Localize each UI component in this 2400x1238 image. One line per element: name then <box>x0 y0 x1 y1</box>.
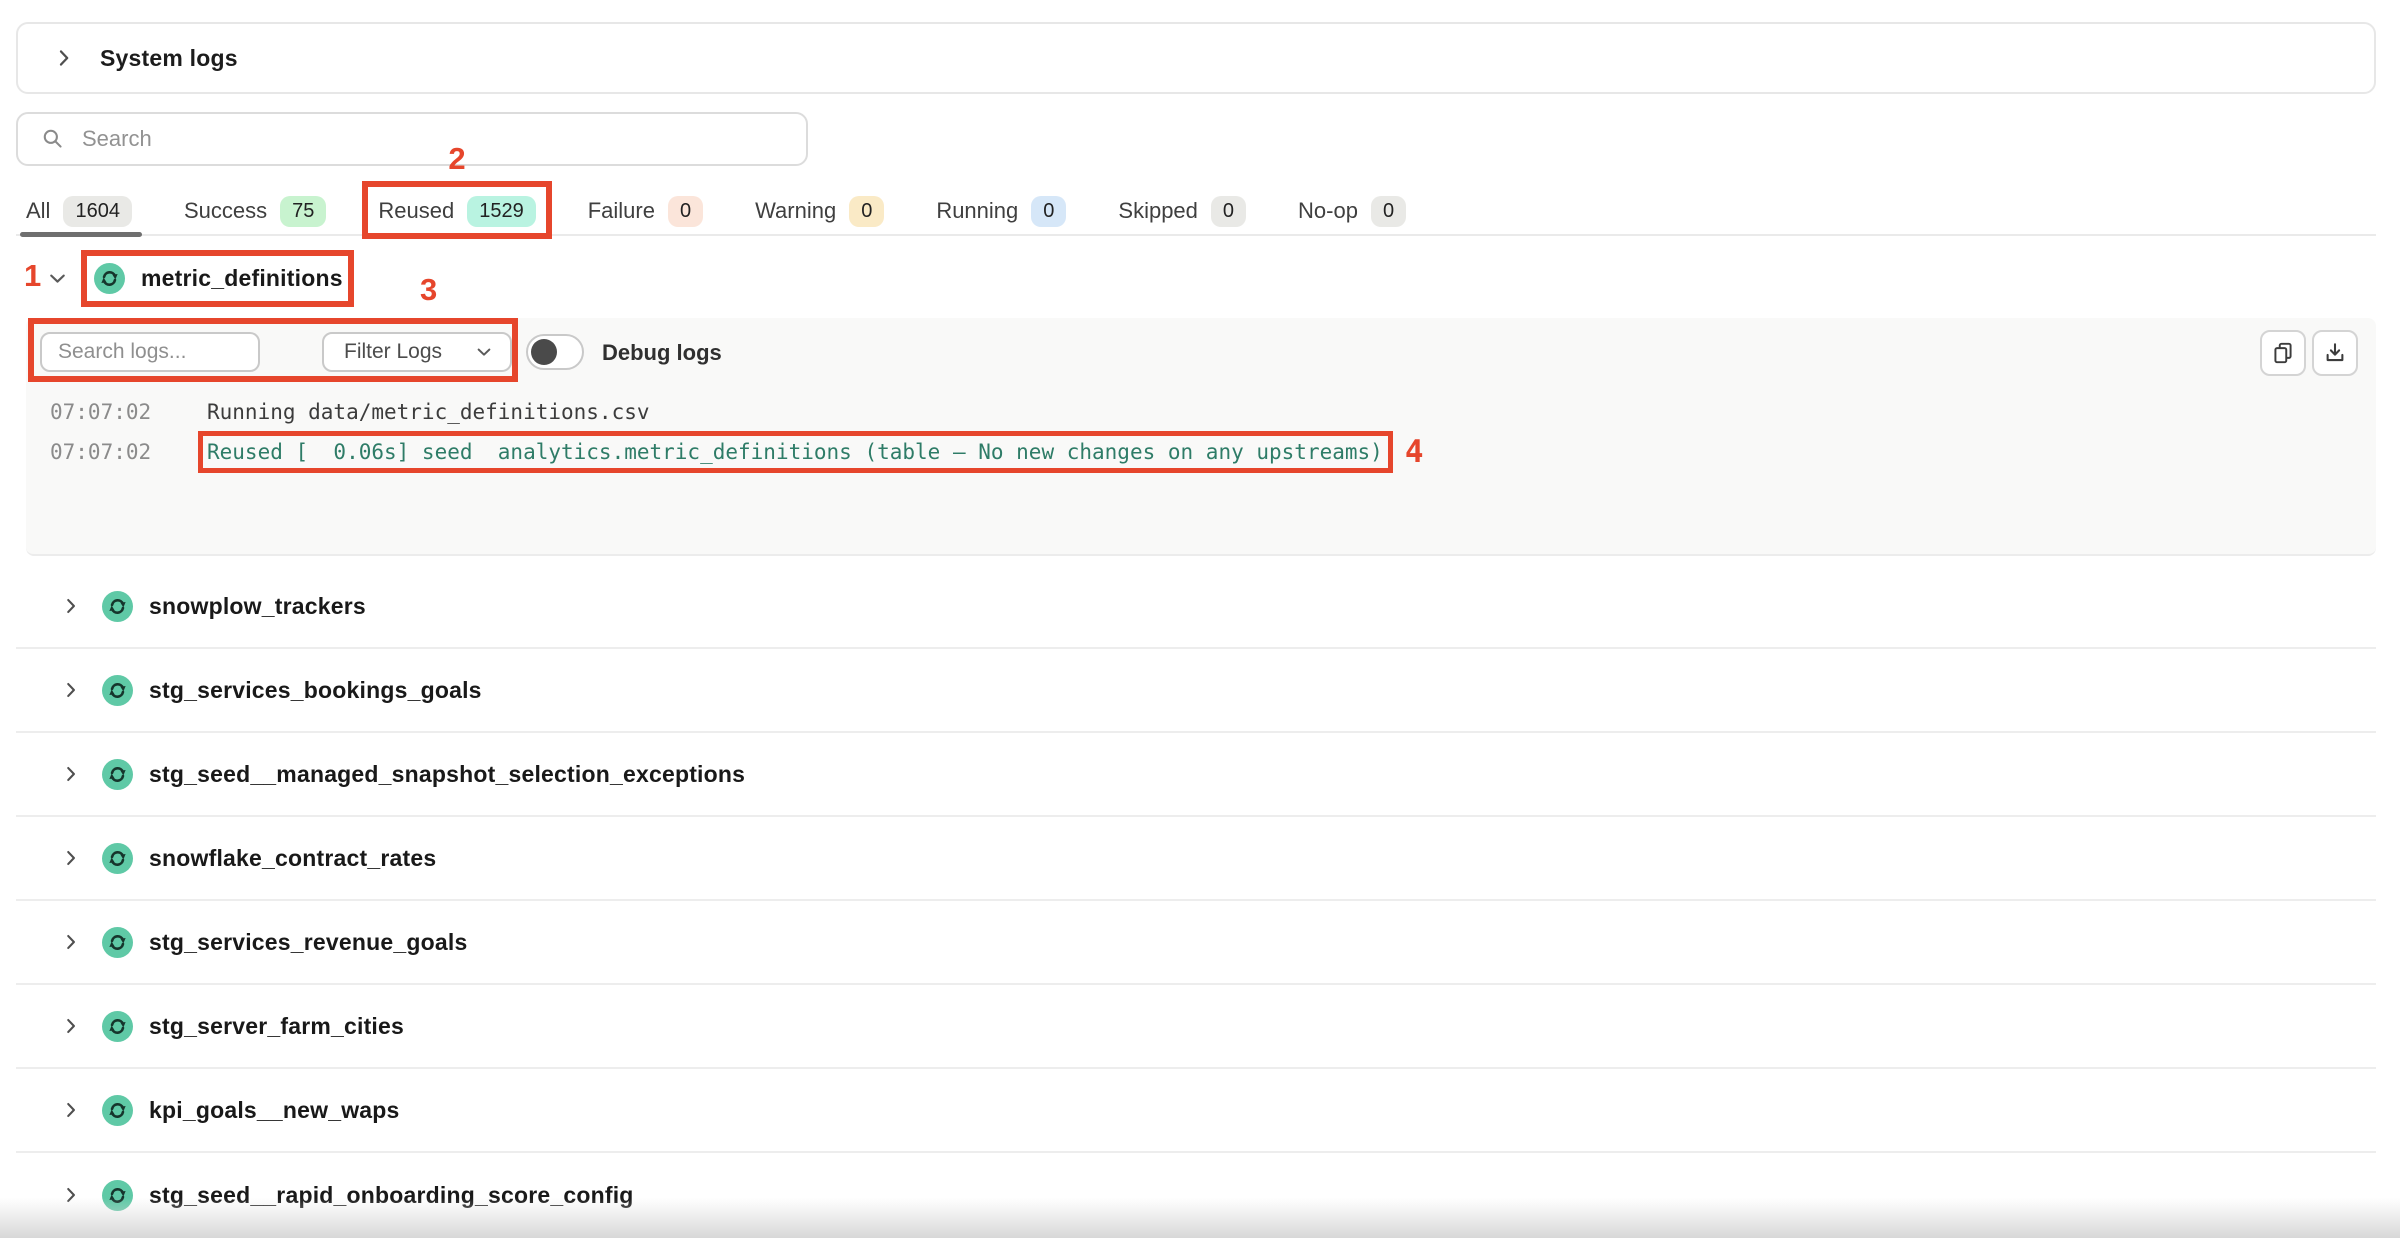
log-message-text: Reused [ 0.06s] seed analytics.metric_de… <box>207 440 1383 464</box>
tab-label: All <box>26 198 50 224</box>
sync-refresh-icon <box>102 1180 133 1211</box>
search-icon <box>40 126 66 152</box>
log-search-input[interactable] <box>40 332 260 372</box>
tab-all[interactable]: All 1604 <box>26 187 132 235</box>
copy-icon <box>2270 340 2296 366</box>
tab-count-badge: 0 <box>668 196 703 227</box>
tab-count-badge: 0 <box>1371 196 1406 227</box>
group-name: stg_services_bookings_goals <box>149 677 482 704</box>
tab-count-badge: 0 <box>849 196 884 227</box>
chevron-right-icon <box>60 595 82 617</box>
group-name: stg_seed__rapid_onboarding_score_config <box>149 1182 634 1209</box>
tab-failure[interactable]: Failure 0 <box>588 187 703 235</box>
download-logs-button[interactable] <box>2312 330 2358 376</box>
annotation-number-4: 4 <box>1405 434 1424 470</box>
chevron-right-icon <box>52 46 76 70</box>
chevron-right-icon <box>60 1015 82 1037</box>
log-group-row-expanded[interactable]: metric_definitions <box>16 250 2376 306</box>
log-group-list: snowplow_trackers stg_services_bookings_… <box>16 565 2376 1237</box>
log-timestamp: 07:07:02 <box>50 400 160 424</box>
group-name: kpi_goals__new_waps <box>149 1097 400 1124</box>
group-name: stg_services_revenue_goals <box>149 929 467 956</box>
chevron-right-icon <box>60 763 82 785</box>
chevron-down-icon <box>474 342 494 362</box>
tab-reused[interactable]: Reused 1529 2 <box>378 187 535 235</box>
sync-refresh-icon <box>102 1095 133 1126</box>
group-name: stg_seed__managed_snapshot_selection_exc… <box>149 761 745 788</box>
chevron-right-icon <box>60 931 82 953</box>
download-icon <box>2322 340 2348 366</box>
group-name: snowflake_contract_rates <box>149 845 436 872</box>
sync-refresh-icon <box>102 1011 133 1042</box>
tab-success[interactable]: Success 75 <box>184 187 326 235</box>
chevron-right-icon <box>60 1099 82 1121</box>
sync-refresh-icon <box>102 927 133 958</box>
tab-label: No-op <box>1298 198 1358 224</box>
log-group-row[interactable]: stg_server_farm_cities <box>16 985 2376 1069</box>
tab-count-badge: 1529 <box>467 196 536 227</box>
log-group-row[interactable]: stg_seed__managed_snapshot_selection_exc… <box>16 733 2376 817</box>
sync-refresh-icon <box>102 759 133 790</box>
annotation-number-2: 2 <box>448 141 465 177</box>
log-line: 07:07:02 Reused [ 0.06s] seed analytics.… <box>26 432 2376 472</box>
log-message: Running data/metric_definitions.csv <box>207 400 650 424</box>
sync-refresh-icon <box>102 675 133 706</box>
chevron-right-icon <box>60 679 82 701</box>
sync-refresh-icon <box>102 843 133 874</box>
group-title-wrap: metric_definitions <box>94 263 343 294</box>
tab-label: Success <box>184 198 267 224</box>
tab-count-badge: 1604 <box>63 196 132 227</box>
tab-label: Running <box>936 198 1018 224</box>
log-line: 07:07:02 Running data/metric_definitions… <box>26 392 2376 432</box>
filter-logs-label: Filter Logs <box>344 340 442 364</box>
filter-logs-dropdown[interactable]: Filter Logs <box>322 332 512 372</box>
debug-logs-label: Debug logs <box>602 340 722 366</box>
tab-label: Reused <box>378 198 454 224</box>
tab-label: Skipped <box>1118 198 1198 224</box>
search-bar <box>16 112 808 166</box>
tab-no-op[interactable]: No-op 0 <box>1298 187 1406 235</box>
log-group-row[interactable]: stg_services_bookings_goals <box>16 649 2376 733</box>
group-name: snowplow_trackers <box>149 593 366 620</box>
group-name: stg_server_farm_cities <box>149 1013 404 1040</box>
system-logs-page: System logs All 1604 Success 75 Reused 1… <box>0 0 2400 1238</box>
status-tabs: All 1604 Success 75 Reused 1529 2 Failur… <box>16 188 2376 236</box>
toggle-knob <box>531 339 557 365</box>
tab-count-badge: 75 <box>280 196 326 227</box>
system-logs-header-row[interactable]: System logs <box>16 22 2376 94</box>
tab-warning[interactable]: Warning 0 <box>755 187 884 235</box>
log-group-row[interactable]: snowflake_contract_rates <box>16 817 2376 901</box>
log-panel: Filter Logs Debug logs 07:07:02 Running … <box>26 318 2376 556</box>
search-input[interactable] <box>82 126 782 152</box>
debug-logs-toggle[interactable] <box>526 334 584 370</box>
chevron-right-icon <box>60 847 82 869</box>
tab-label: Warning <box>755 198 836 224</box>
log-group-row[interactable]: stg_services_revenue_goals <box>16 901 2376 985</box>
tab-count-badge: 0 <box>1031 196 1066 227</box>
sync-refresh-icon <box>94 263 125 294</box>
tab-label: Failure <box>588 198 655 224</box>
sync-refresh-icon <box>102 591 133 622</box>
log-group-row[interactable]: stg_seed__rapid_onboarding_score_config <box>16 1153 2376 1237</box>
log-timestamp: 07:07:02 <box>50 440 160 464</box>
log-message-reused: Reused [ 0.06s] seed analytics.metric_de… <box>207 440 1383 464</box>
chevron-down-icon <box>46 267 69 290</box>
page-title: System logs <box>100 45 238 72</box>
group-name: metric_definitions <box>141 265 343 292</box>
tab-running[interactable]: Running 0 <box>936 187 1066 235</box>
chevron-right-icon <box>60 1184 82 1206</box>
copy-logs-button[interactable] <box>2260 330 2306 376</box>
log-group-row[interactable]: kpi_goals__new_waps <box>16 1069 2376 1153</box>
tab-count-badge: 0 <box>1211 196 1246 227</box>
tab-skipped[interactable]: Skipped 0 <box>1118 187 1246 235</box>
log-group-row[interactable]: snowplow_trackers <box>16 565 2376 649</box>
